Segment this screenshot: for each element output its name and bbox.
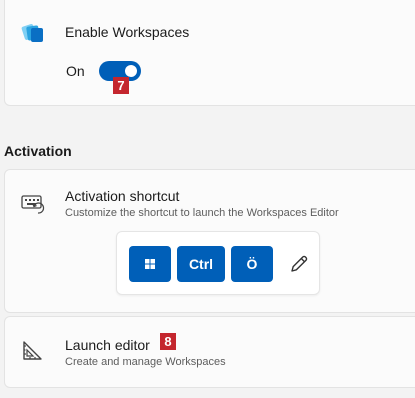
enable-workspaces-card (4, 0, 415, 106)
keyboard-shortcut-icon (21, 195, 45, 214)
toggle-knob (125, 65, 137, 77)
key-ctrl: Ctrl (177, 246, 225, 282)
launch-editor-title: Launch editor (65, 337, 150, 353)
shortcut-keys-box[interactable]: Ctrl Ö (116, 231, 320, 295)
activation-shortcut-title: Activation shortcut (65, 188, 180, 204)
pencil-icon[interactable] (287, 252, 311, 276)
activation-section-heading: Activation (4, 143, 72, 159)
toggle-state-label: On (66, 63, 85, 79)
enable-workspaces-title: Enable Workspaces (65, 24, 190, 40)
workspaces-icon (21, 24, 43, 42)
annotation-badge-7: 7 (113, 77, 129, 94)
annotation-badge-8: 8 (160, 333, 176, 350)
activation-shortcut-subtitle: Customize the shortcut to launch the Wor… (65, 207, 339, 219)
launch-editor-subtitle: Create and manage Workspaces (65, 356, 226, 368)
key-o-umlaut: Ö (231, 246, 273, 282)
ruler-square-icon (23, 341, 42, 360)
win-logo-icon (145, 259, 155, 269)
key-windows (129, 246, 171, 282)
